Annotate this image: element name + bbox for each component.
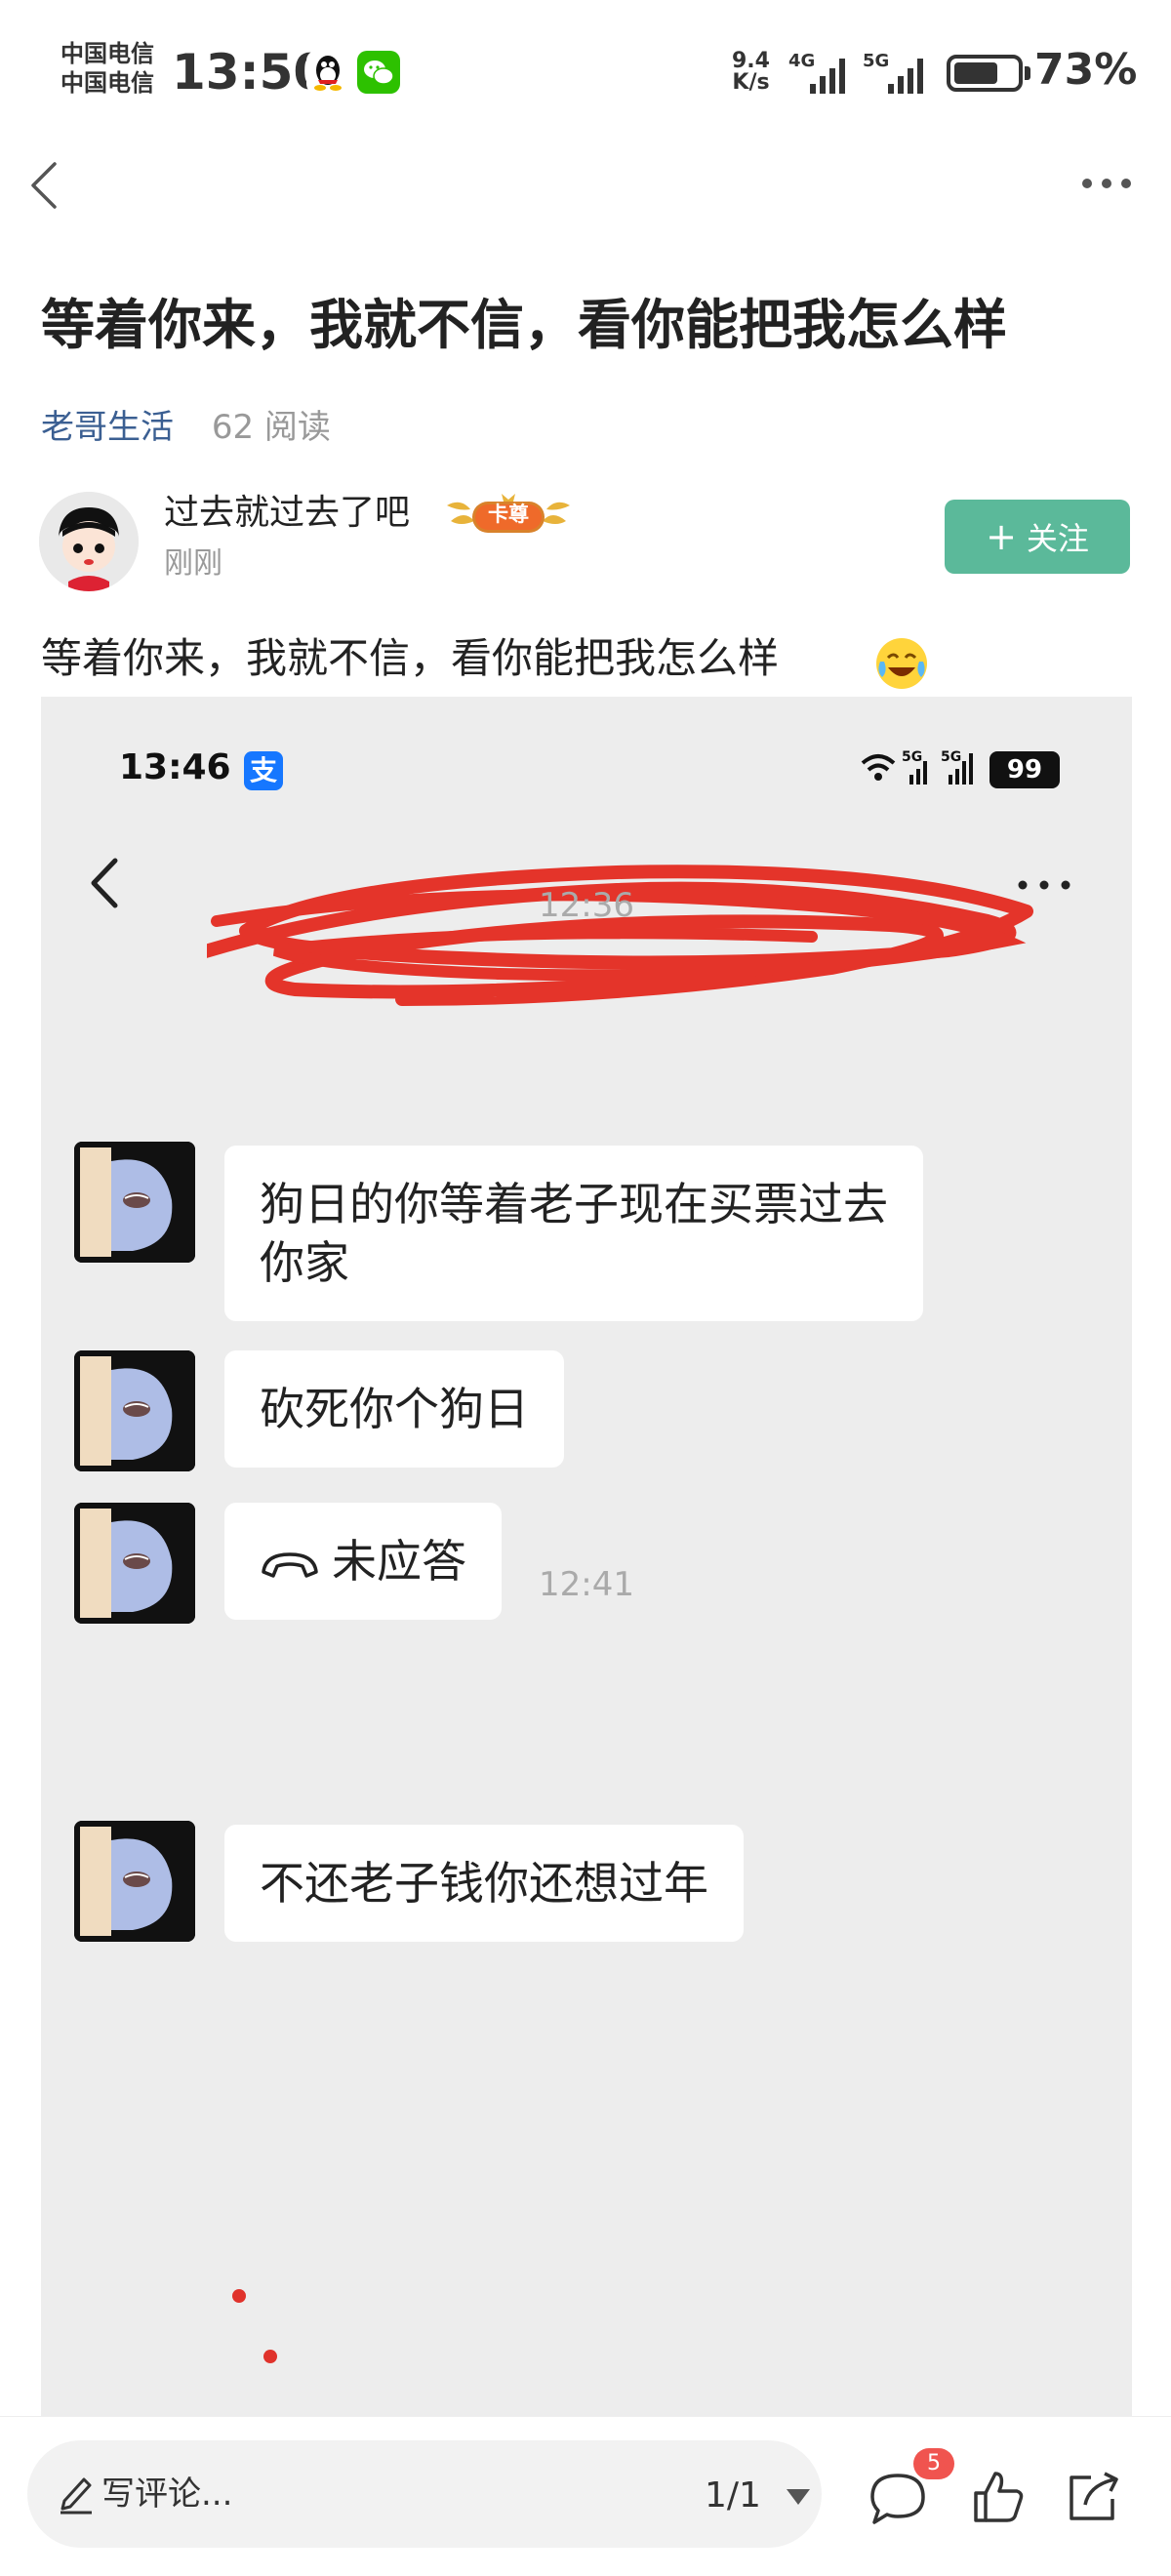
vip-badge-label: 卡尊 xyxy=(488,503,529,526)
net-speed-unit: K/s xyxy=(732,70,770,95)
author-avatar[interactable] xyxy=(39,492,139,591)
pen-icon xyxy=(61,2477,92,2515)
wechat-icon xyxy=(357,51,400,94)
author-name[interactable]: 过去就过去了吧 xyxy=(164,488,410,539)
chat-message-line: 狗日的你等着老子现在买票过去 xyxy=(260,1178,888,1230)
signal-5g-icon: 5G xyxy=(863,49,941,100)
alipay-icon: 支 xyxy=(244,751,283,790)
chat-message: 不还老子钱你还想过年 xyxy=(224,1825,744,1942)
chat-message-line: 你家 xyxy=(260,1236,349,1289)
sender-avatar xyxy=(74,1142,195,1263)
net-speed-value: 9.4 xyxy=(732,49,770,73)
comment-count-badge: 5 xyxy=(913,2448,954,2479)
comment-input[interactable]: 写评论... 1/1 xyxy=(27,2440,822,2548)
back-button[interactable] xyxy=(20,156,78,215)
chat-message: 砍死你个狗日 xyxy=(224,1350,564,1468)
qq-icon xyxy=(306,51,349,94)
embedded-status-time: 13:46 xyxy=(119,747,231,787)
sender-avatar xyxy=(74,1350,195,1471)
network-2-label: 5G xyxy=(863,51,889,71)
time-separator: 12:36 xyxy=(539,886,634,925)
article-meta: 老哥生活 62 阅读 xyxy=(41,404,331,451)
chevron-left-icon xyxy=(31,162,57,209)
carrier-labels: 中国电信 中国电信 xyxy=(61,39,154,98)
embedded-battery: 99 xyxy=(989,751,1060,788)
read-count: 62 阅读 xyxy=(211,408,331,447)
follow-label: 关注 xyxy=(1026,520,1089,557)
redaction-scribble xyxy=(207,865,1033,1006)
chat-message-line: 不还老子钱你还想过年 xyxy=(260,1857,708,1910)
comment-placeholder: 写评论... xyxy=(101,2475,233,2514)
post-body-text: 等着你来，我就不信，看你能把我怎么样 xyxy=(41,634,780,682)
article-title: 等着你来，我就不信，看你能把我怎么样 xyxy=(41,294,1008,356)
bottom-action-bar: 写评论... 1/1 5 xyxy=(0,2416,1171,2576)
battery-percent: 73% xyxy=(1034,45,1138,95)
channel-link[interactable]: 老哥生活 xyxy=(41,408,174,447)
more-dots-icon xyxy=(1082,179,1131,188)
caret-down-icon[interactable] xyxy=(785,2487,812,2507)
post-time: 刚刚 xyxy=(164,546,222,581)
carrier-2: 中国电信 xyxy=(61,69,154,97)
carrier-1: 中国电信 xyxy=(61,40,154,67)
network-1-label: 4G xyxy=(788,51,815,71)
more-button[interactable] xyxy=(1073,164,1142,203)
share-icon[interactable] xyxy=(1062,2466,1124,2528)
net-speed: 9.4 K/s xyxy=(732,51,770,94)
sender-avatar xyxy=(74,1503,195,1624)
status-bar: 中国电信 中国电信 13:50 9.4 K/s 4G 5G 73% xyxy=(0,0,1171,146)
battery-icon xyxy=(947,55,1023,92)
wifi-icon xyxy=(861,754,896,781)
follow-button[interactable]: + 关注 xyxy=(945,500,1130,574)
red-dot xyxy=(263,2350,277,2363)
plus-icon: + xyxy=(986,515,1017,558)
red-dot xyxy=(232,2289,246,2303)
embedded-signal-icons: 5G 5G xyxy=(861,749,973,785)
chat-message-line: 砍死你个狗日 xyxy=(260,1383,529,1435)
chat-message: 狗日的你等着老子现在买票过去 你家 xyxy=(224,1146,923,1321)
thumbs-up-icon[interactable] xyxy=(966,2466,1029,2528)
signal-4g-icon: 4G xyxy=(788,49,857,100)
crying-laughing-emoji-icon xyxy=(876,638,927,689)
embedded-network-2: 5G xyxy=(941,749,961,765)
page-indicator[interactable]: 1/1 xyxy=(705,2472,761,2520)
status-time: 13:50 xyxy=(172,44,328,101)
embedded-screenshot[interactable]: 13:46 支 5G 5G 99 12:36 狗日的你等着老子现在买票过去 你家… xyxy=(41,697,1132,2416)
embedded-network-1: 5G xyxy=(902,749,922,765)
time-separator: 12:41 xyxy=(539,1565,634,1604)
sender-avatar xyxy=(74,1821,195,1942)
